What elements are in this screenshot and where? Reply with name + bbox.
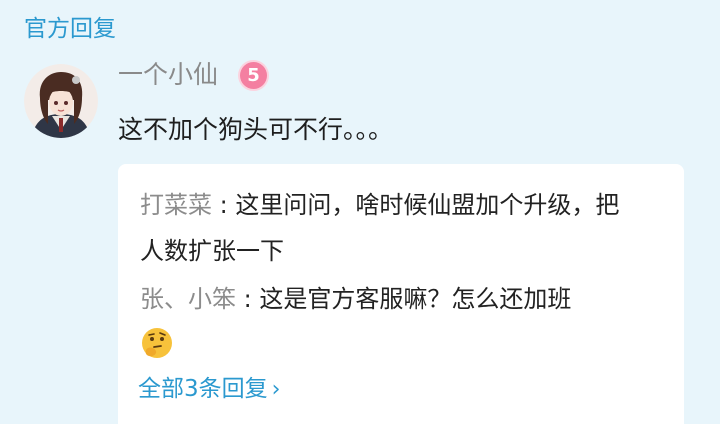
replies-box: 打菜菜 : 这里问问，啥时候仙盟加个升级，把人数扩张一下 张、小笨 : 这是官方… (118, 164, 684, 424)
all-replies-link[interactable]: 全部3条回复 › (138, 372, 280, 407)
thinking-face-icon (142, 328, 172, 358)
reply-item[interactable]: 打菜菜 : 这里问问，啥时候仙盟加个升级，把人数扩张一下 (140, 182, 620, 274)
section-title: 官方回复 (24, 16, 116, 42)
reply-separator: : (212, 191, 236, 219)
username[interactable]: 一个小仙 (118, 58, 218, 92)
reply-text: 这是官方客服嘛？怎么还加班 (259, 285, 572, 313)
reply-separator: : (236, 285, 260, 313)
anime-girl-avatar-icon (24, 64, 98, 138)
reply-item[interactable]: 张、小笨 : 这是官方客服嘛？怎么还加班 (140, 276, 620, 360)
all-replies-label: 全部3条回复 (138, 376, 268, 402)
reply-author[interactable]: 张、小笨 (140, 285, 236, 313)
level-badge: 5 (240, 62, 267, 89)
reply-author[interactable]: 打菜菜 (140, 191, 212, 219)
comment-text: 这不加个狗头可不行。。。 (118, 115, 394, 144)
avatar[interactable] (24, 64, 98, 138)
chevron-right-icon: › (271, 377, 281, 402)
